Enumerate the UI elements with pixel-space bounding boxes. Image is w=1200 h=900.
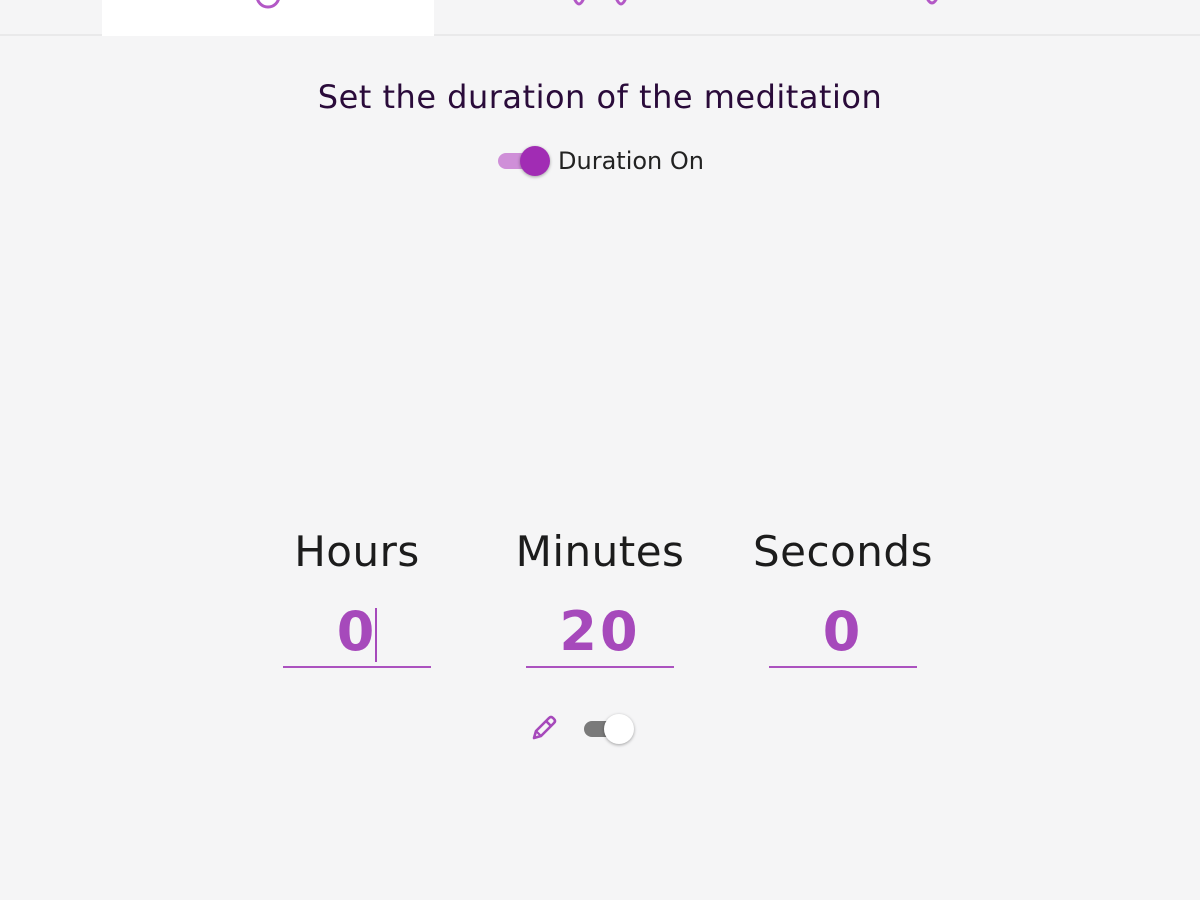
meditation-timer-icon — [256, 0, 280, 9]
hours-value: 0 — [336, 600, 378, 663]
settings-icon — [922, 0, 942, 5]
text-caret — [375, 608, 377, 662]
hours-label: Hours — [294, 527, 420, 576]
seconds-value: 0 — [822, 600, 864, 663]
history-icon — [573, 0, 627, 6]
duration-toggle-label: Duration On — [558, 147, 704, 175]
secondary-toggle-thumb — [604, 714, 634, 744]
tab-settings[interactable] — [766, 0, 1098, 36]
tab-history[interactable] — [434, 0, 766, 36]
hours-input[interactable]: 0 — [283, 600, 431, 668]
minutes-column: Minutes 20 — [510, 520, 690, 668]
page-title: Set the duration of the meditation — [317, 78, 883, 116]
minutes-input[interactable]: 20 — [526, 600, 674, 668]
minutes-label: Minutes — [515, 527, 685, 576]
duration-toggle-row: Duration On — [0, 142, 1200, 180]
seconds-label: Seconds — [753, 527, 933, 576]
pencil-icon[interactable] — [528, 712, 560, 744]
app-root: Set the duration of the meditation Durat… — [0, 0, 1200, 900]
secondary-toggle-switch[interactable] — [582, 710, 636, 748]
seconds-input[interactable]: 0 — [769, 600, 917, 668]
seconds-column: Seconds 0 — [753, 520, 933, 668]
hours-column: Hours 0 — [267, 520, 447, 668]
top-tab-bar — [0, 0, 1200, 36]
duration-toggle-thumb — [520, 146, 551, 176]
duration-toggle-switch[interactable] — [496, 142, 551, 180]
minutes-value: 20 — [559, 600, 641, 663]
duration-controls — [524, 708, 654, 748]
tab-meditation-timer[interactable] — [102, 0, 434, 36]
